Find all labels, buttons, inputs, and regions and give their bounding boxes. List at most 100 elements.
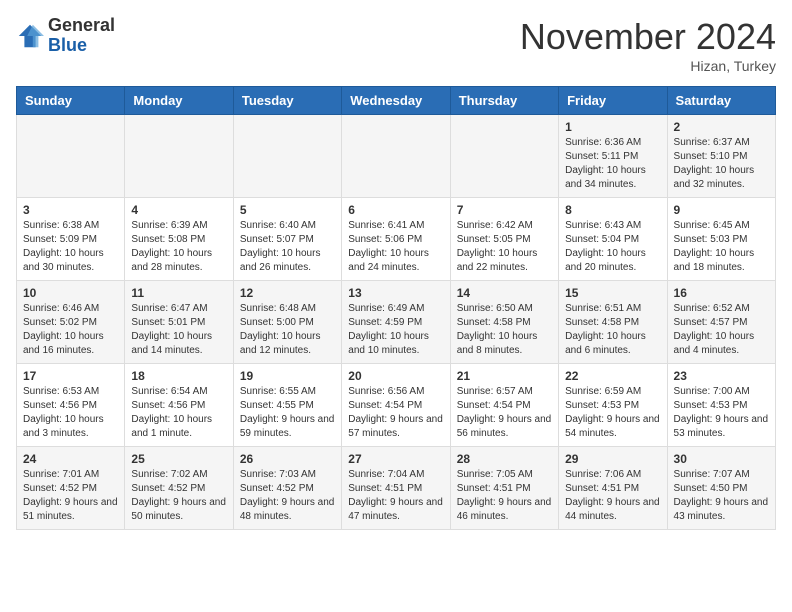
calendar-cell: 10 Sunrise: 6:46 AMSunset: 5:02 PMDayligh… — [17, 281, 125, 364]
day-number: 18 — [131, 369, 226, 383]
month-title: November 2024 — [520, 16, 776, 58]
day-info: Sunrise: 6:46 AMSunset: 5:02 PMDaylight:… — [23, 302, 118, 358]
calendar-cell: 7Sunrise: 6:42 AMSunset: 5:05 PMDaylight… — [450, 198, 558, 281]
day-info: Sunrise: 6:48 AMSunset: 5:00 PMDaylight:… — [240, 302, 335, 358]
calendar-cell: 9 Sunrise: 6:45 AMSunset: 5:03 PMDaylight… — [667, 198, 775, 281]
page-header: General Blue November 2024 Hizan, Turkey — [16, 16, 776, 74]
calendar-cell: 12 Sunrise: 6:48 AMSunset: 5:00 PMDayligh… — [233, 281, 341, 364]
calendar-table: SundayMondayTuesdayWednesdayThursdayFrid… — [16, 86, 776, 530]
day-info: Sunrise: 7:02 AMSunset: 4:52 PMDaylight:… — [131, 468, 226, 524]
day-number: 2 — [674, 120, 769, 134]
day-info: Sunrise: 7:07 AMSunset: 4:50 PMDaylight:… — [674, 468, 769, 524]
day-info: Sunrise: 6:38 AMSunset: 5:09 PMDaylight:… — [23, 219, 118, 275]
day-info: Sunrise: 7:05 AMSunset: 4:51 PMDaylight:… — [457, 468, 552, 524]
day-info: Sunrise: 6:49 AMSunset: 4:59 PMDaylight:… — [348, 302, 443, 358]
day-info: Sunrise: 6:41 AMSunset: 5:06 PMDaylight:… — [348, 219, 443, 275]
day-number: 14 — [457, 286, 552, 300]
calendar-cell: 21 Sunrise: 6:57 AMSunset: 4:54 PMDayligh… — [450, 364, 558, 447]
calendar-cell: 6 Sunrise: 6:41 AMSunset: 5:06 PMDaylight… — [342, 198, 450, 281]
calendar-cell: 22Sunrise: 6:59 AMSunset: 4:53 PMDayligh… — [559, 364, 667, 447]
calendar-cell: 24 Sunrise: 7:01 AMSunset: 4:52 PMDayligh… — [17, 447, 125, 530]
calendar-cell — [342, 115, 450, 198]
day-info: Sunrise: 6:45 AMSunset: 5:03 PMDaylight:… — [674, 219, 769, 275]
calendar-cell — [17, 115, 125, 198]
calendar-cell: 17 Sunrise: 6:53 AMSunset: 4:56 PMDayligh… — [17, 364, 125, 447]
calendar-cell: 2 Sunrise: 6:37 AMSunset: 5:10 PMDaylight… — [667, 115, 775, 198]
day-number: 3 — [23, 203, 118, 217]
day-info: Sunrise: 6:37 AMSunset: 5:10 PMDaylight:… — [674, 136, 769, 192]
calendar-cell: 27 Sunrise: 7:04 AMSunset: 4:51 PMDayligh… — [342, 447, 450, 530]
day-info: Sunrise: 6:47 AMSunset: 5:01 PMDaylight:… — [131, 302, 226, 358]
day-info: Sunrise: 7:06 AMSunset: 4:51 PMDaylight:… — [565, 468, 660, 524]
day-number: 1 — [565, 120, 660, 134]
weekday-header-tuesday: Tuesday — [233, 87, 341, 115]
day-info: Sunrise: 6:54 AMSunset: 4:56 PMDaylight:… — [131, 385, 226, 441]
calendar-cell: 4 Sunrise: 6:39 AMSunset: 5:08 PMDaylight… — [125, 198, 233, 281]
weekday-header-monday: Monday — [125, 87, 233, 115]
calendar-cell: 19Sunrise: 6:55 AMSunset: 4:55 PMDayligh… — [233, 364, 341, 447]
weekday-header-saturday: Saturday — [667, 87, 775, 115]
day-number: 4 — [131, 203, 226, 217]
day-info: Sunrise: 6:55 AMSunset: 4:55 PMDaylight:… — [240, 385, 335, 441]
day-info: Sunrise: 6:40 AMSunset: 5:07 PMDaylight:… — [240, 219, 335, 275]
calendar-cell: 26Sunrise: 7:03 AMSunset: 4:52 PMDayligh… — [233, 447, 341, 530]
location: Hizan, Turkey — [520, 58, 776, 74]
weekday-header-row: SundayMondayTuesdayWednesdayThursdayFrid… — [17, 87, 776, 115]
calendar-cell: 29 Sunrise: 7:06 AMSunset: 4:51 PMDayligh… — [559, 447, 667, 530]
calendar-cell: 25 Sunrise: 7:02 AMSunset: 4:52 PMDayligh… — [125, 447, 233, 530]
day-number: 16 — [674, 286, 769, 300]
day-number: 28 — [457, 452, 552, 466]
calendar-cell — [125, 115, 233, 198]
calendar-cell: 16 Sunrise: 6:52 AMSunset: 4:57 PMDayligh… — [667, 281, 775, 364]
weekday-header-thursday: Thursday — [450, 87, 558, 115]
day-number: 6 — [348, 203, 443, 217]
weekday-header-sunday: Sunday — [17, 87, 125, 115]
calendar-cell: 30 Sunrise: 7:07 AMSunset: 4:50 PMDayligh… — [667, 447, 775, 530]
day-info: Sunrise: 6:56 AMSunset: 4:54 PMDaylight:… — [348, 385, 443, 441]
calendar-cell: 28 Sunrise: 7:05 AMSunset: 4:51 PMDayligh… — [450, 447, 558, 530]
day-number: 30 — [674, 452, 769, 466]
day-number: 24 — [23, 452, 118, 466]
calendar-cell: 23Sunrise: 7:00 AMSunset: 4:53 PMDayligh… — [667, 364, 775, 447]
day-info: Sunrise: 6:43 AMSunset: 5:04 PMDaylight:… — [565, 219, 660, 275]
day-info: Sunrise: 7:01 AMSunset: 4:52 PMDaylight:… — [23, 468, 118, 524]
day-info: Sunrise: 6:42 AMSunset: 5:05 PMDaylight:… — [457, 219, 552, 275]
day-info: Sunrise: 6:57 AMSunset: 4:54 PMDaylight:… — [457, 385, 552, 441]
calendar-cell — [450, 115, 558, 198]
day-number: 5 — [240, 203, 335, 217]
day-number: 15 — [565, 286, 660, 300]
day-number: 25 — [131, 452, 226, 466]
day-info: Sunrise: 7:04 AMSunset: 4:51 PMDaylight:… — [348, 468, 443, 524]
day-number: 21 — [457, 369, 552, 383]
calendar-week-row: 24 Sunrise: 7:01 AMSunset: 4:52 PMDayligh… — [17, 447, 776, 530]
calendar-week-row: 10 Sunrise: 6:46 AMSunset: 5:02 PMDayligh… — [17, 281, 776, 364]
day-number: 11 — [131, 286, 226, 300]
day-number: 8 — [565, 203, 660, 217]
weekday-header-wednesday: Wednesday — [342, 87, 450, 115]
calendar-cell: 20 Sunrise: 6:56 AMSunset: 4:54 PMDayligh… — [342, 364, 450, 447]
day-info: Sunrise: 6:36 AMSunset: 5:11 PMDaylight:… — [565, 136, 660, 192]
day-info: Sunrise: 6:59 AMSunset: 4:53 PMDaylight:… — [565, 385, 660, 441]
calendar-cell: 14Sunrise: 6:50 AMSunset: 4:58 PMDayligh… — [450, 281, 558, 364]
logo-text: General Blue — [48, 16, 115, 56]
logo-general: General — [48, 15, 115, 35]
day-number: 9 — [674, 203, 769, 217]
day-info: Sunrise: 6:52 AMSunset: 4:57 PMDaylight:… — [674, 302, 769, 358]
day-info: Sunrise: 6:51 AMSunset: 4:58 PMDaylight:… — [565, 302, 660, 358]
day-info: Sunrise: 7:03 AMSunset: 4:52 PMDaylight:… — [240, 468, 335, 524]
day-number: 12 — [240, 286, 335, 300]
day-number: 17 — [23, 369, 118, 383]
calendar-week-row: 3 Sunrise: 6:38 AMSunset: 5:09 PMDaylight… — [17, 198, 776, 281]
day-number: 20 — [348, 369, 443, 383]
day-number: 10 — [23, 286, 118, 300]
day-info: Sunrise: 6:39 AMSunset: 5:08 PMDaylight:… — [131, 219, 226, 275]
day-number: 23 — [674, 369, 769, 383]
calendar-cell: 1 Sunrise: 6:36 AMSunset: 5:11 PMDaylight… — [559, 115, 667, 198]
calendar-cell: 15 Sunrise: 6:51 AMSunset: 4:58 PMDayligh… — [559, 281, 667, 364]
day-number: 13 — [348, 286, 443, 300]
calendar-cell: 13 Sunrise: 6:49 AMSunset: 4:59 PMDayligh… — [342, 281, 450, 364]
day-info: Sunrise: 6:53 AMSunset: 4:56 PMDaylight:… — [23, 385, 118, 441]
logo-icon — [16, 22, 44, 50]
day-number: 29 — [565, 452, 660, 466]
day-number: 27 — [348, 452, 443, 466]
